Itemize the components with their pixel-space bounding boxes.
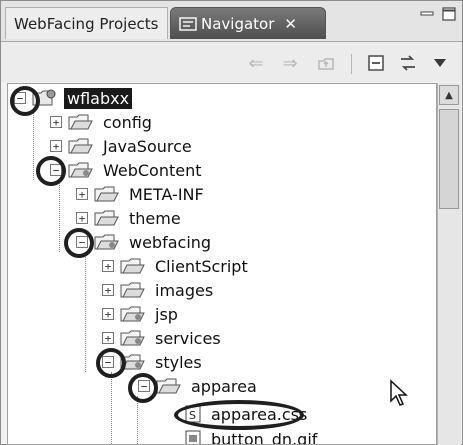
tree-item-label: theme [129, 208, 181, 228]
tree-item-label: wflabxx [64, 87, 133, 109]
tree-item-jsp[interactable]: + jsp [102, 302, 181, 326]
tree-item-label: jsp [155, 304, 178, 324]
annotation-ellipse [174, 400, 304, 430]
tree-item-label: ClientScript [155, 256, 248, 276]
tree-item-config[interactable]: + config [50, 110, 155, 134]
tab-webfacing-projects[interactable]: WebFacing Projects [5, 7, 168, 39]
expand-toggle[interactable]: + [102, 332, 114, 344]
tree-item-clientscript[interactable]: + ClientScript [102, 254, 251, 278]
expand-toggle[interactable]: + [50, 140, 62, 152]
folder-icon [68, 138, 93, 154]
folder-icon [68, 114, 93, 130]
scroll-up-icon[interactable]: ▲ [439, 85, 459, 105]
folder-icon [68, 162, 93, 178]
link-with-editor-icon[interactable] [397, 52, 419, 74]
tab-navigator[interactable]: Navigator ✕ [170, 7, 326, 39]
view-toolbar: ⇐ ⇒ [1, 42, 462, 82]
navigator-tree[interactable]: − wflabxx + config + JavaSource − WebCon… [7, 83, 437, 445]
tree-item-label: images [155, 280, 214, 300]
tree-item-label: apparea [191, 376, 257, 396]
folder-icon [94, 210, 119, 226]
minimize-icon[interactable] [420, 7, 434, 21]
gif-file-icon [185, 430, 201, 444]
expand-toggle[interactable]: + [76, 188, 88, 200]
folder-icon [156, 378, 181, 394]
folder-icon [120, 282, 145, 298]
maximize-icon[interactable] [442, 7, 456, 21]
expand-toggle[interactable]: + [102, 260, 114, 272]
tree-item-images[interactable]: + images [102, 278, 216, 302]
tree-item-theme[interactable]: + theme [76, 206, 184, 230]
tree-guide [33, 108, 34, 180]
mouse-pointer-icon [390, 379, 408, 406]
tree-item-label: styles [155, 352, 202, 372]
expand-toggle[interactable]: + [102, 308, 114, 320]
annotation-circle [128, 373, 158, 403]
tab-label: WebFacing Projects [14, 14, 159, 33]
view-tab-bar: WebFacing Projects Navigator ✕ [1, 1, 462, 42]
view-menu-icon[interactable] [429, 52, 451, 74]
tree-item-webfacing[interactable]: − webfacing [76, 230, 214, 254]
expand-toggle[interactable]: + [102, 284, 114, 296]
tree-item-label: services [155, 328, 221, 348]
expand-toggle[interactable]: + [76, 212, 88, 224]
toolbar-separator [351, 54, 352, 74]
vertical-scrollbar[interactable]: ▲ [437, 83, 461, 445]
tree-item-label: JavaSource [103, 136, 192, 156]
annotation-circle [96, 348, 126, 378]
forward-arrow-icon[interactable]: ⇒ [279, 52, 301, 74]
up-folder-icon[interactable] [315, 52, 337, 74]
tree-item-webcontent[interactable]: − WebContent [50, 158, 205, 182]
scroll-thumb[interactable] [439, 109, 459, 209]
tree-item-javasource[interactable]: + JavaSource [50, 134, 195, 158]
annotation-circle [10, 86, 40, 116]
annotation-circle [36, 156, 66, 186]
tree-guide [137, 396, 138, 444]
folder-icon [94, 234, 119, 250]
tree-guide [111, 372, 112, 444]
folder-icon [120, 258, 145, 274]
tree-item-services[interactable]: + services [102, 326, 224, 350]
tree-item-label: button_dn.gif [211, 429, 318, 445]
annotation-circle [64, 228, 94, 258]
back-arrow-icon[interactable]: ⇐ [245, 52, 267, 74]
tree-item-meta-inf[interactable]: + META-INF [76, 182, 207, 206]
tree-guide [59, 180, 60, 252]
tree-item-label: META-INF [129, 184, 204, 204]
tree-item-label: WebContent [103, 160, 202, 180]
tree-item-label: config [103, 112, 152, 132]
expand-toggle[interactable]: + [50, 116, 62, 128]
folder-icon [94, 186, 119, 202]
tab-label: Navigator [201, 14, 275, 33]
navigator-icon [179, 16, 197, 31]
folder-icon [120, 306, 145, 322]
tree-item-label: webfacing [129, 232, 212, 252]
tree-guide [85, 252, 86, 372]
collapse-all-icon[interactable] [365, 52, 387, 74]
navigator-view: WebFacing Projects Navigator ✕ ⇐ ⇒ − wfl… [0, 0, 463, 445]
folder-icon [120, 330, 145, 346]
close-icon[interactable]: ✕ [284, 15, 297, 33]
